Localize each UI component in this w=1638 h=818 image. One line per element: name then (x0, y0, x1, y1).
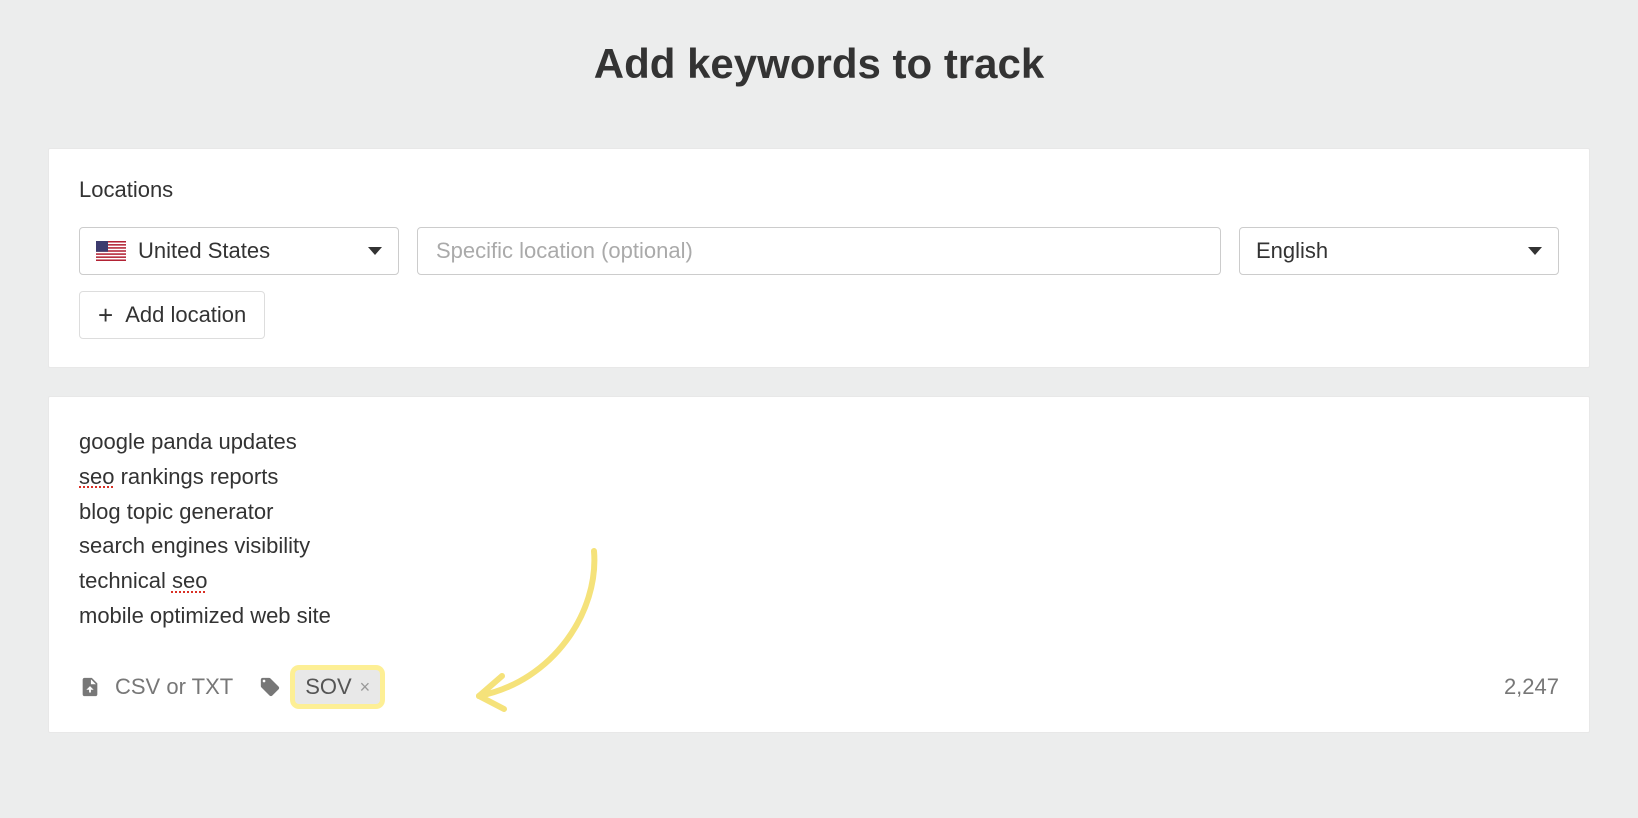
specific-location-input[interactable] (417, 227, 1221, 275)
country-selected-text: United States (138, 238, 270, 264)
upload-label: CSV or TXT (115, 674, 233, 700)
sov-tag-text: SOV (305, 674, 351, 700)
keyword-textarea[interactable]: google panda updates seo rankings report… (79, 425, 1559, 634)
locations-card: Locations (48, 148, 1590, 368)
plus-icon: + (98, 302, 113, 328)
keyword-line: blog topic generator (79, 495, 1559, 530)
locations-label: Locations (79, 177, 1559, 203)
upload-file-button[interactable]: CSV or TXT (79, 674, 233, 700)
keywords-card: google panda updates seo rankings report… (48, 396, 1590, 733)
keyword-line: technical seo (79, 564, 1559, 599)
tag-icon (259, 676, 281, 698)
add-location-label: Add location (125, 302, 246, 328)
close-icon[interactable]: × (360, 678, 371, 696)
tag-button[interactable]: SOV × (259, 670, 380, 704)
language-dropdown[interactable]: English (1239, 227, 1559, 275)
add-location-button[interactable]: + Add location (79, 291, 265, 339)
us-flag-icon (96, 241, 126, 261)
language-selected-text: English (1256, 238, 1328, 264)
keyword-line: search engines visibility (79, 529, 1559, 564)
keyword-line: mobile optimized web site (79, 599, 1559, 634)
location-row: United States English (79, 227, 1559, 275)
keyword-line: google panda updates (79, 425, 1559, 460)
keyword-line: seo rankings reports (79, 460, 1559, 495)
country-dropdown[interactable]: United States (79, 227, 399, 275)
file-upload-icon (79, 676, 101, 698)
caret-down-icon (1528, 247, 1542, 255)
keyword-count: 2,247 (1504, 674, 1559, 700)
sov-tag-chip[interactable]: SOV × (295, 670, 380, 704)
caret-down-icon (368, 247, 382, 255)
keywords-footer: CSV or TXT SOV × 2,247 (79, 670, 1559, 704)
page-title: Add keywords to track (48, 40, 1590, 88)
